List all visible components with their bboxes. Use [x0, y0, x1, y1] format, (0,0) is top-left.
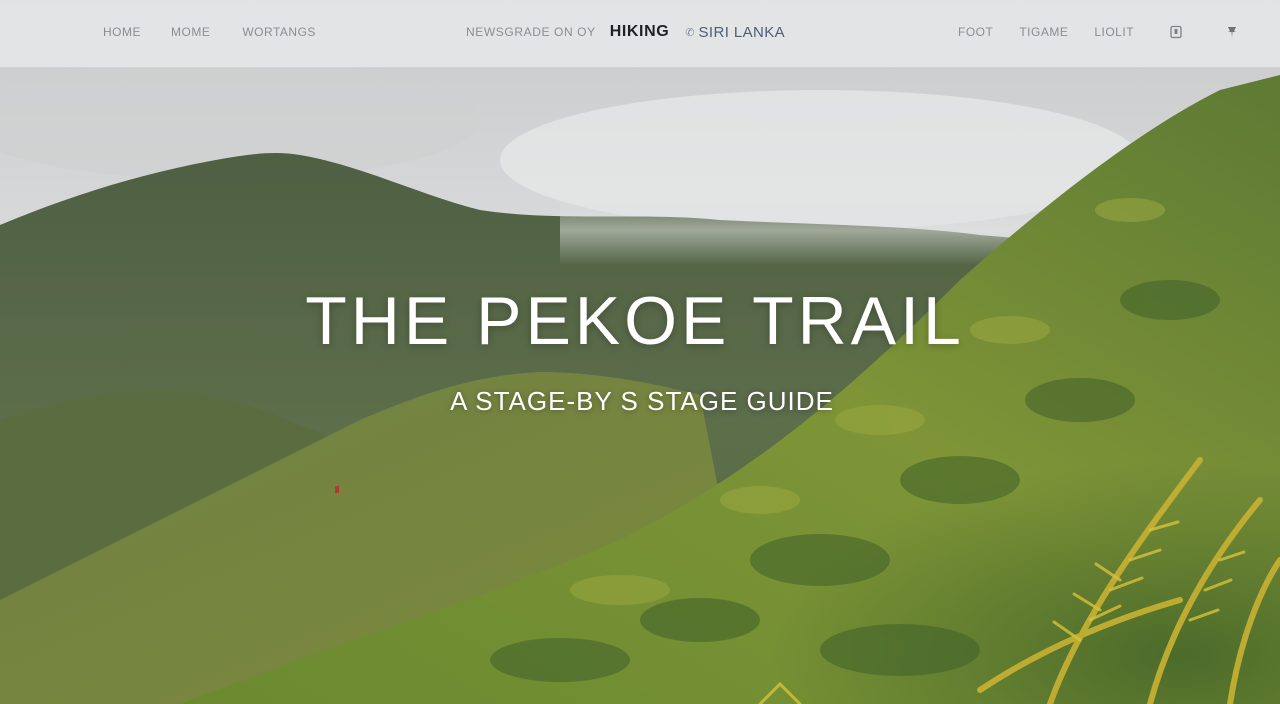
pin-icon-glyph — [1228, 27, 1237, 38]
nav-link-home[interactable]: HOME — [103, 25, 141, 39]
pin-icon[interactable] — [1224, 24, 1240, 40]
primary-nav-right: FOOT TIGAME LIOLIT — [958, 0, 1240, 64]
brand-title: HIKING — [609, 23, 670, 40]
hero-title: THE PEKOE TRAIL — [305, 283, 965, 359]
brand-prefix: NEWSGRADE ON OY — [466, 25, 596, 39]
nav-link-liolit[interactable]: LIOLIT — [1094, 25, 1134, 39]
top-navigation-bar: HOME MOME WORTANGS NEWSGRADE ON OY HIKIN… — [0, 0, 1280, 68]
primary-nav-left: HOME MOME WORTANGS — [103, 0, 346, 64]
hero-subtitle: A STAGE-BY S STAGE GUIDE — [450, 386, 834, 416]
brand-subtitle: SIRI LANKA — [698, 23, 786, 41]
nav-link-wortangs[interactable]: WORTANGS — [242, 25, 316, 39]
bookmark-icon[interactable] — [1168, 24, 1184, 40]
nav-link-tigame[interactable]: TIGAME — [1019, 25, 1068, 39]
brand-mark-icon: ✆ — [685, 26, 695, 39]
nav-link-mome[interactable]: MOME — [171, 25, 210, 39]
bookmark-icon-glyph — [1170, 25, 1182, 39]
nav-link-foot[interactable]: FOOT — [958, 25, 993, 39]
site-brand[interactable]: NEWSGRADE ON OY HIKING ✆ SIRI LANKA — [466, 0, 785, 64]
